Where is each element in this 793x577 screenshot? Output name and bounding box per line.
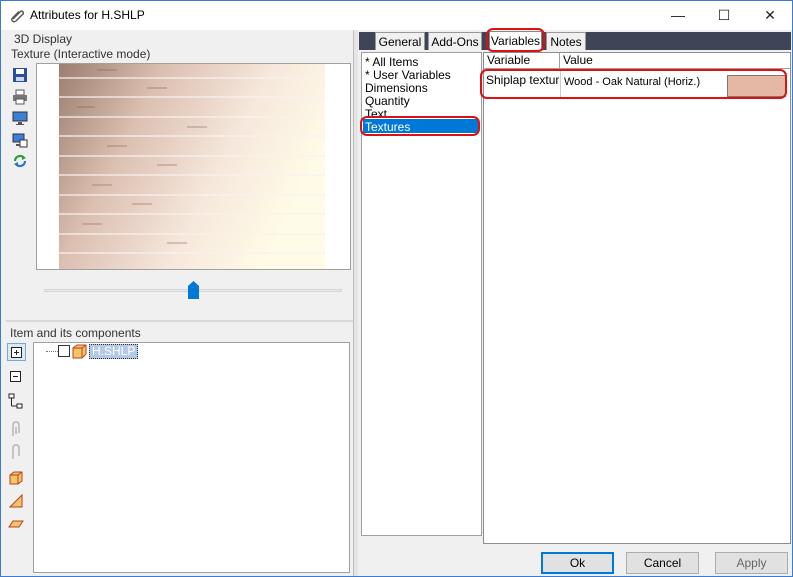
monitor-export-icon[interactable] (11, 131, 29, 149)
horizontal-splitter[interactable] (6, 320, 353, 322)
components-label: Item and its components (10, 326, 141, 340)
category-quantity[interactable]: Quantity (365, 94, 410, 108)
category-dimensions[interactable]: Dimensions (365, 81, 428, 95)
plane-icon[interactable] (7, 514, 25, 532)
box-icon (72, 344, 87, 359)
variables-grid[interactable]: Variable Value Shiplap textur Wood - Oak… (483, 52, 791, 544)
monitor-icon[interactable] (11, 109, 29, 127)
tree-item-checkbox[interactable] (58, 345, 70, 357)
column-header-value[interactable]: Value (560, 53, 790, 69)
refresh-icon[interactable] (11, 152, 29, 170)
component-icon[interactable] (7, 420, 25, 438)
box-icon[interactable] (7, 469, 25, 487)
print-icon[interactable] (11, 88, 29, 106)
variables-tab-callout (486, 28, 545, 52)
component-tree[interactable]: H.SHLP (33, 342, 350, 573)
tab-notes[interactable]: Notes (546, 32, 586, 50)
texture-preview-frame (36, 63, 351, 270)
collapse-icon[interactable] (7, 367, 25, 385)
component-disabled-icon[interactable] (7, 443, 25, 461)
category-user-variables[interactable]: * User Variables (365, 68, 451, 82)
minimize-button[interactable]: — (655, 0, 701, 30)
tree-icon[interactable] (7, 393, 25, 411)
tab-general[interactable]: General (375, 32, 425, 50)
close-button[interactable]: ✕ (747, 0, 793, 30)
tree-item-label[interactable]: H.SHLP (89, 344, 139, 359)
maximize-button[interactable]: ☐ (701, 0, 747, 30)
tab-add-ons[interactable]: Add-Ons (428, 32, 482, 50)
texture-preview-image[interactable] (37, 64, 350, 269)
wedge-icon[interactable] (7, 492, 25, 510)
ok-button[interactable]: Ok (541, 552, 614, 574)
preview-label: Texture (Interactive mode) (11, 47, 151, 61)
row-callout (480, 69, 787, 99)
preview-slider-thumb[interactable] (187, 281, 199, 299)
display-group-label: 3D Display (14, 32, 73, 46)
cancel-button[interactable]: Cancel (626, 552, 699, 574)
expand-icon[interactable] (7, 343, 26, 361)
tree-connector (46, 351, 58, 352)
paperclip-icon (11, 10, 25, 23)
window-title: Attributes for H.SHLP (30, 8, 145, 22)
category-all-items[interactable]: * All Items (365, 55, 418, 69)
save-icon[interactable] (11, 66, 29, 84)
textures-callout (360, 116, 480, 136)
column-header-variable[interactable]: Variable (484, 53, 560, 69)
vertical-splitter[interactable] (353, 30, 358, 576)
apply-button[interactable]: Apply (715, 552, 788, 574)
